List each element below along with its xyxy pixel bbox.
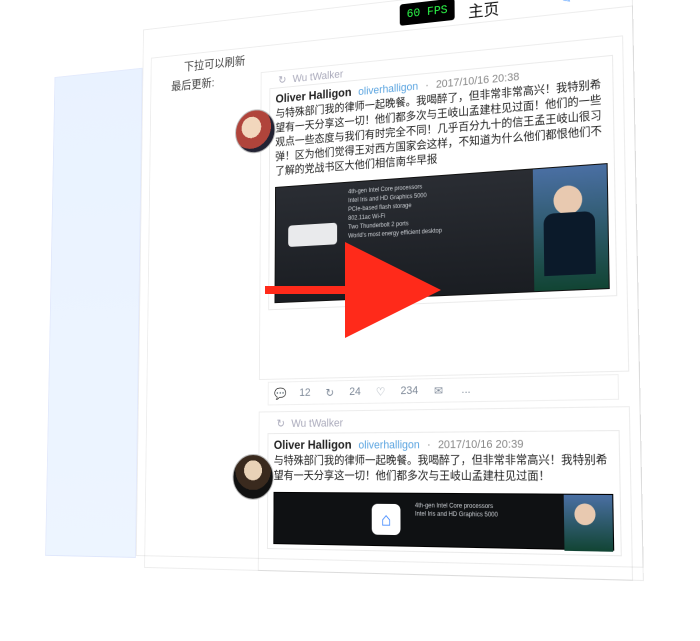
reply-count: 12 — [299, 387, 310, 399]
post-timestamp: 2017/10/16 20:39 — [438, 438, 524, 451]
keynote-slide: 4th-gen Intel Core processors Intel Iris… — [275, 169, 534, 302]
more-icon[interactable]: ... — [459, 383, 473, 396]
presenter-image — [564, 495, 613, 552]
post-media[interactable]: 4th-gen Intel Core processors Intel Iris… — [275, 163, 610, 303]
retweet-icon: ↻ — [277, 418, 285, 430]
retweet-attribution: ↻ Wu tWalker — [277, 416, 343, 433]
compose-icon[interactable]: ✎ — [551, 0, 578, 12]
avatar[interactable] — [232, 454, 273, 500]
post-header: Oliver Halligon oliverhalligon · 2017/10… — [268, 431, 619, 454]
retweet-icon[interactable]: ↻ — [323, 386, 336, 399]
perspective-side-panel — [45, 68, 142, 558]
reply-icon[interactable]: 💬 — [274, 387, 287, 400]
retweet-count: 24 — [349, 386, 360, 398]
message-icon[interactable]: ✉ — [432, 384, 446, 398]
slide-bullets: 4th-gen Intel Core processors Intel Iris… — [348, 176, 529, 242]
mac-mini-image — [288, 223, 337, 247]
retweet-icon: ↻ — [278, 74, 286, 86]
post-media[interactable]: ⌂ 4th-gen Intel Core processors Intel Ir… — [273, 492, 614, 551]
fps-indicator: 60 FPS — [400, 0, 455, 26]
page-title: 主页 — [462, 0, 505, 25]
like-count: 234 — [401, 385, 419, 398]
home-app-icon: ⌂ — [372, 504, 401, 535]
separator-dot: · — [427, 437, 431, 451]
overlay-text: 4th-gen Intel Core processors Intel Iris… — [415, 502, 498, 520]
presenter-image — [533, 164, 609, 291]
separator-dot: · — [425, 78, 429, 92]
retweet-by: Wu tWalker — [291, 417, 343, 430]
author-handle[interactable]: oliverhalligon — [358, 439, 419, 452]
feed-post[interactable]: Oliver Halligon oliverhalligon · 2017/10… — [268, 55, 617, 310]
feed-post[interactable]: Oliver Halligon oliverhalligon · 2017/10… — [267, 430, 622, 556]
like-icon[interactable]: ♡ — [374, 385, 387, 398]
author-name[interactable]: Oliver Halligon — [274, 437, 352, 452]
post-body: 与特殊部门我的律师一起晚餐。我喝醉了，但非常非常高兴！我特别希望有一天分享这一切… — [268, 453, 619, 490]
